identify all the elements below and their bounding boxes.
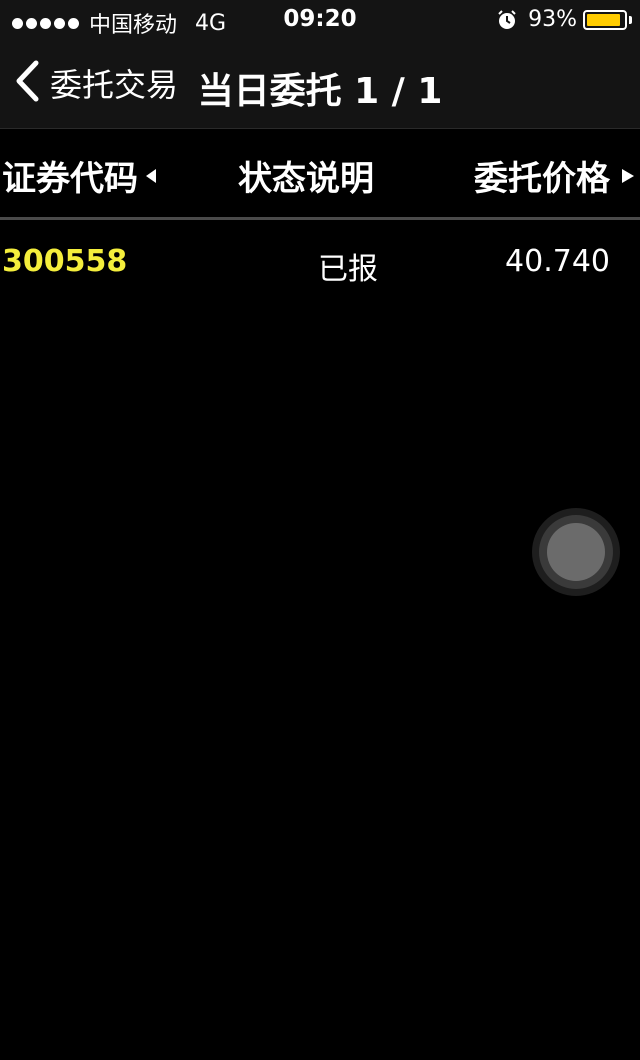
column-header-status: 状态说明 (238, 151, 374, 200)
navigation-bar: 委托交易 当日委托 1 / 1 (0, 40, 640, 129)
cell-price: 40.740 (505, 244, 610, 279)
battery-cap (629, 15, 632, 24)
page-title: 当日委托 1 / 1 (197, 71, 443, 112)
cell-status: 已报 (318, 252, 378, 287)
status-bar: 中国移动 4G 09:20 93% (0, 0, 640, 40)
status-right: 93% (496, 7, 632, 32)
scroll-left-arrow-icon[interactable] (146, 168, 156, 183)
column-header-price[interactable]: 委托价格 (474, 151, 634, 200)
table-header: 证券代码 状态说明 委托价格 (0, 129, 640, 220)
assistive-touch-button[interactable] (532, 508, 620, 596)
column-header-code[interactable]: 证券代码 (2, 151, 156, 200)
column-header-status-label: 状态说明 (238, 159, 374, 199)
scroll-right-arrow-icon[interactable] (622, 168, 634, 183)
battery-level-fill (587, 13, 620, 26)
column-header-price-label: 委托价格 (474, 159, 610, 199)
column-header-code-label: 证券代码 (2, 159, 138, 199)
assistive-touch-ring (539, 515, 613, 589)
alarm-icon (496, 9, 518, 31)
battery-icon (583, 9, 627, 30)
table-row[interactable]: 300558 已报 40.740 (0, 220, 640, 306)
assistive-touch-icon (547, 523, 605, 581)
cell-security-code: 300558 (2, 244, 128, 279)
battery-percent: 93% (528, 7, 577, 32)
